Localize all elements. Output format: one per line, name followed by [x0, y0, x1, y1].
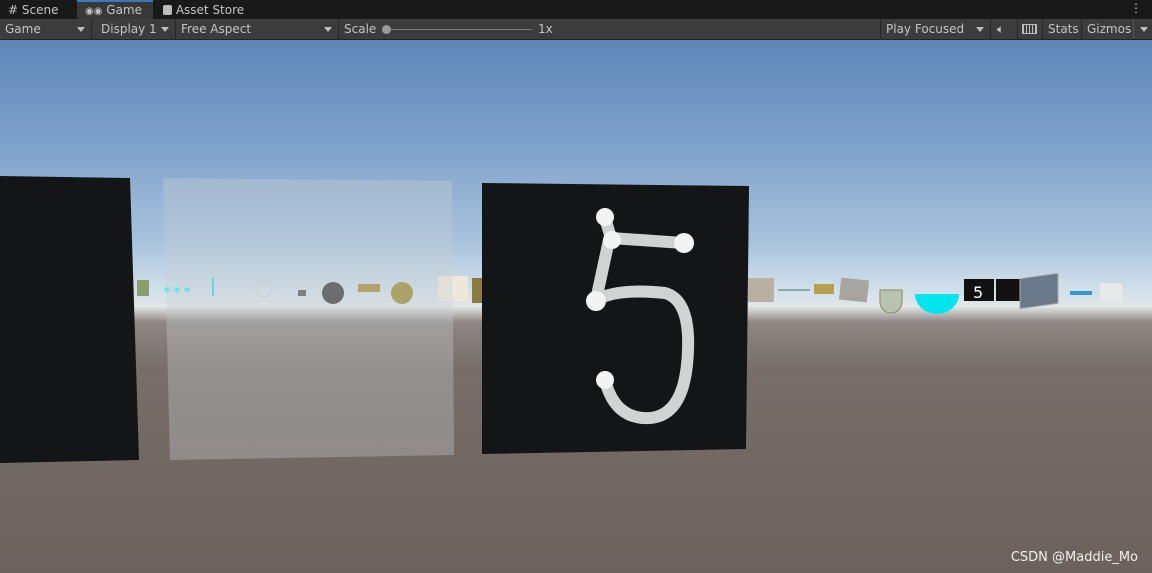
scale-slider[interactable] [385, 29, 532, 30]
speaker-icon: 🔈︎ [997, 22, 1005, 36]
view-mode-dropdown[interactable]: Game [0, 19, 92, 39]
aspect-dropdown[interactable]: Free Aspect [176, 19, 339, 39]
scene-render: ✶✶✶ 5 [0, 176, 1122, 463]
gizmos-button[interactable]: Gizmos [1082, 19, 1134, 39]
shortcuts-button[interactable] [1018, 19, 1043, 39]
more-options-icon[interactable]: ⋮ [1130, 2, 1142, 14]
chevron-down-icon [1140, 27, 1148, 32]
game-toolbar: Game Display 1 Free Aspect Scale 1x Play … [0, 19, 1152, 40]
chevron-down-icon [161, 27, 169, 32]
tab-game[interactable]: ◉◉ Game [77, 0, 153, 19]
mute-audio-button[interactable]: 🔈︎ [991, 19, 1018, 39]
play-mode-dropdown[interactable]: Play Focused [880, 19, 991, 39]
grid-icon: # [8, 3, 19, 17]
tab-scene[interactable]: # Scene [0, 0, 76, 19]
digit-canvas-panel [482, 183, 749, 454]
bag-icon [163, 5, 172, 15]
chevron-down-icon [324, 27, 332, 32]
watermark: CSDN @Maddie_Mo [1010, 550, 1138, 565]
svg-text:5: 5 [973, 283, 983, 302]
dark-panel-left [0, 176, 139, 463]
stats-button[interactable]: Stats [1043, 19, 1082, 39]
keyboard-icon [1022, 24, 1037, 34]
display-dropdown[interactable]: Display 1 [96, 19, 176, 39]
translucent-panel [163, 178, 454, 460]
chevron-down-icon [77, 27, 85, 32]
tab-bar: # Scene ◉◉ Game Asset Store ⋮ [0, 0, 1152, 19]
scale-slider-handle[interactable] [382, 25, 391, 34]
chevron-down-icon [976, 27, 984, 32]
gamepad-icon: ◉◉ [85, 6, 103, 17]
game-viewport[interactable]: ✶✶✶ 5 CSDN @Maddie_Mo [0, 40, 1152, 573]
gizmos-menu[interactable] [1134, 19, 1152, 39]
tab-asset-store[interactable]: Asset Store [155, 0, 255, 19]
